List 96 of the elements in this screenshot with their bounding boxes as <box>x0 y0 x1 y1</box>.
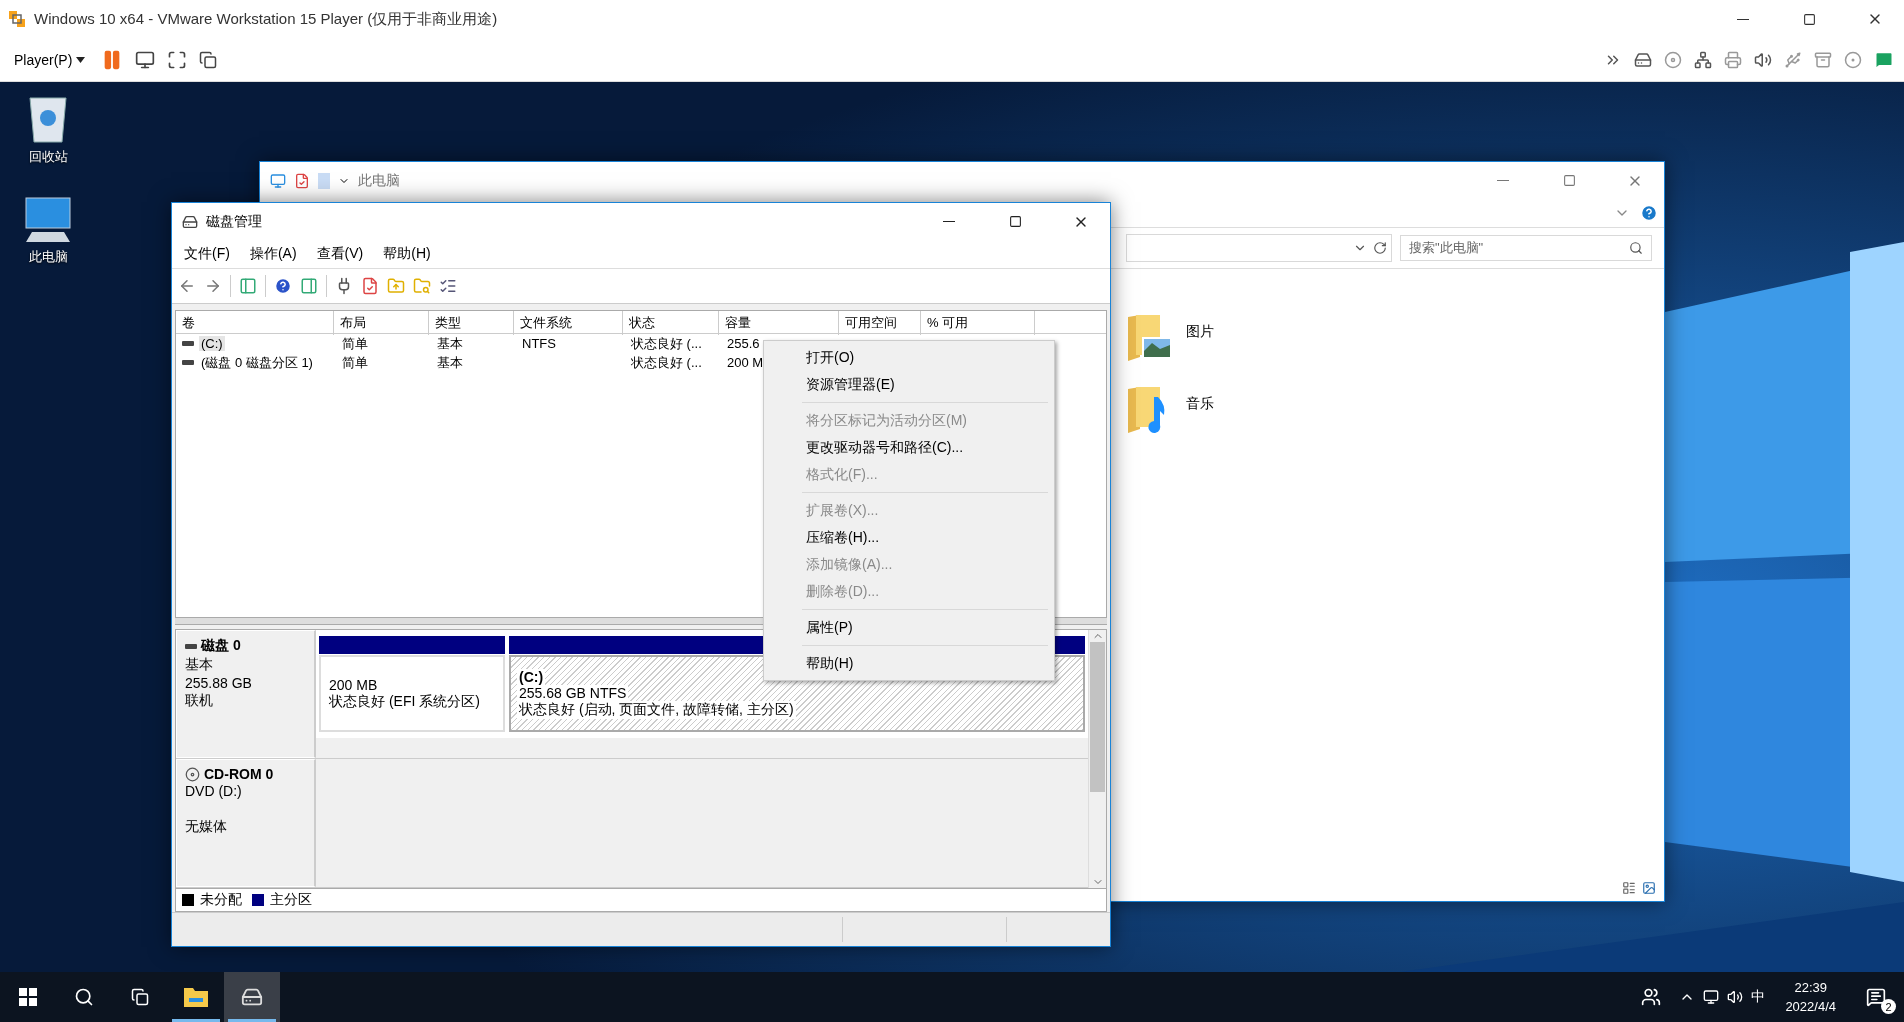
disc-icon[interactable] <box>1664 50 1682 69</box>
disk-info: 255.88 GB <box>185 675 253 691</box>
table-cell[interactable]: 200 M <box>725 355 766 370</box>
archive-icon[interactable] <box>1814 50 1832 69</box>
table-cell[interactable]: (磁盘 0 磁盘分区 1) <box>199 353 315 372</box>
column-header[interactable]: 状态 <box>623 311 719 335</box>
desktop-icon-label: 回收站 <box>28 148 68 166</box>
task-view-icon <box>131 988 149 1006</box>
maximize-icon <box>1562 174 1576 187</box>
folder-label[interactable]: 图片 <box>1186 313 1214 341</box>
disk-name: CD-ROM 0 <box>204 766 274 782</box>
forward-icon[interactable] <box>204 277 222 295</box>
table-cell[interactable]: 简单 <box>340 353 370 372</box>
table-cell[interactable]: 基本 <box>435 353 465 372</box>
disk-status: 无媒体 <box>185 818 228 836</box>
input-method-indicator[interactable]: 中 <box>1743 988 1774 1006</box>
table-cell[interactable]: 简单 <box>340 334 370 353</box>
folder-label[interactable]: 音乐 <box>1186 385 1214 413</box>
menu-item[interactable]: 帮助(H) <box>375 243 439 265</box>
checklist-icon[interactable] <box>361 277 379 295</box>
usb-icon[interactable] <box>1784 50 1802 69</box>
column-header[interactable]: 容量 <box>719 311 839 335</box>
monitor-icon[interactable] <box>135 49 156 70</box>
fullscreen-icon[interactable] <box>167 49 188 70</box>
partition-info: 255.68 GB NTFS <box>517 684 629 701</box>
caret-icon <box>76 56 86 63</box>
column-header[interactable]: 文件系统 <box>514 311 623 335</box>
column-header[interactable]: 类型 <box>429 311 514 335</box>
menu-item[interactable]: 更改驱动器号和路径(C)... <box>766 434 1052 461</box>
details-view-icon[interactable] <box>1622 881 1636 895</box>
menu-item[interactable]: 查看(V) <box>308 243 372 265</box>
column-header[interactable]: % 可用 <box>921 311 1035 335</box>
speaker-icon[interactable] <box>1754 50 1772 69</box>
computer-icon <box>270 172 286 189</box>
refresh-icon[interactable] <box>1373 241 1387 255</box>
table-cell[interactable]: 基本 <box>435 334 465 353</box>
search-icon <box>1629 241 1643 255</box>
maximize-icon <box>1802 12 1816 26</box>
partition-info: 状态良好 (EFI 系统分区) <box>327 692 482 711</box>
table-cell[interactable]: (C:) <box>199 336 225 351</box>
notifications-button[interactable]: 2 <box>1848 972 1904 1022</box>
help-icon[interactable] <box>1640 204 1658 222</box>
legend-label: 主分区 <box>270 891 312 909</box>
menu-item[interactable]: 操作(A) <box>241 243 305 265</box>
minimize-icon <box>1737 18 1749 20</box>
table-cell[interactable]: 状态良好 (... <box>629 334 704 353</box>
search-icon <box>74 987 94 1007</box>
help-icon[interactable] <box>274 277 292 295</box>
menu-item[interactable]: 打开(O) <box>766 344 1052 371</box>
drive-icon <box>185 643 197 649</box>
menu-item[interactable]: 属性(P) <box>766 614 1052 641</box>
minimize-icon <box>1497 180 1509 181</box>
computer-icon[interactable] <box>22 196 74 244</box>
disk-info: 联机 <box>185 692 214 710</box>
disk-name: 磁盘 0 <box>201 637 241 655</box>
network-icon[interactable] <box>1703 989 1720 1005</box>
table-cell[interactable]: 状态良好 (... <box>629 353 704 372</box>
maximize-icon <box>1008 215 1022 228</box>
column-header[interactable]: 布局 <box>334 311 429 335</box>
list-icon[interactable] <box>439 277 457 295</box>
network-icon[interactable] <box>1694 50 1712 69</box>
search-field[interactable]: 搜索"此电脑" <box>1400 235 1652 261</box>
drive-icon <box>182 360 194 365</box>
legend-label: 未分配 <box>200 891 242 909</box>
disk-info: DVD (D:) <box>185 783 243 799</box>
minimize-icon <box>943 221 955 222</box>
scrollbar[interactable] <box>1088 630 1106 888</box>
notification-icon <box>1866 987 1886 1007</box>
window-title: 此电脑 <box>358 171 401 190</box>
window-title: 磁盘管理 <box>206 212 263 231</box>
app-logo-icon <box>8 10 26 28</box>
menu-item[interactable]: 压缩卷(H)... <box>766 524 1052 551</box>
windows-logo-icon <box>19 988 37 1006</box>
disk-info: 基本 <box>185 656 214 674</box>
printer-icon[interactable] <box>1724 50 1742 69</box>
player-menu[interactable]: Player(P) <box>10 51 90 68</box>
partition-info: 状态良好 (启动, 页面文件, 故障转储, 主分区) <box>517 700 796 719</box>
disc-icon <box>185 766 200 782</box>
partition-title: (C:) <box>517 668 546 685</box>
desktop-icon-label: 此电脑 <box>28 248 68 266</box>
table-cell[interactable]: NTFS <box>520 336 558 351</box>
clock[interactable]: 22:39 2022/4/4 <box>1773 978 1848 1016</box>
people-icon[interactable] <box>1641 987 1662 1007</box>
partition-block[interactable]: 200 MB 状态良好 (EFI 系统分区) <box>319 655 505 732</box>
tiles-view-icon[interactable] <box>1642 881 1656 895</box>
notification-count: 2 <box>1881 999 1896 1014</box>
drive-icon <box>182 341 194 346</box>
back-icon[interactable] <box>178 277 196 295</box>
window-title: Windows 10 x64 - VMware Workstation 15 Player (仅用于非商业用途) <box>34 9 499 29</box>
column-header[interactable]: 卷 <box>176 311 334 335</box>
menu-item[interactable]: 文件(F) <box>176 243 238 265</box>
column-header[interactable]: 可用空间 <box>839 311 921 335</box>
menu-item[interactable]: 资源管理器(E) <box>766 371 1052 398</box>
table-cell[interactable]: 255.6 <box>725 336 762 351</box>
volume-icon[interactable] <box>1727 989 1744 1005</box>
disk-management-button[interactable] <box>224 972 280 1022</box>
